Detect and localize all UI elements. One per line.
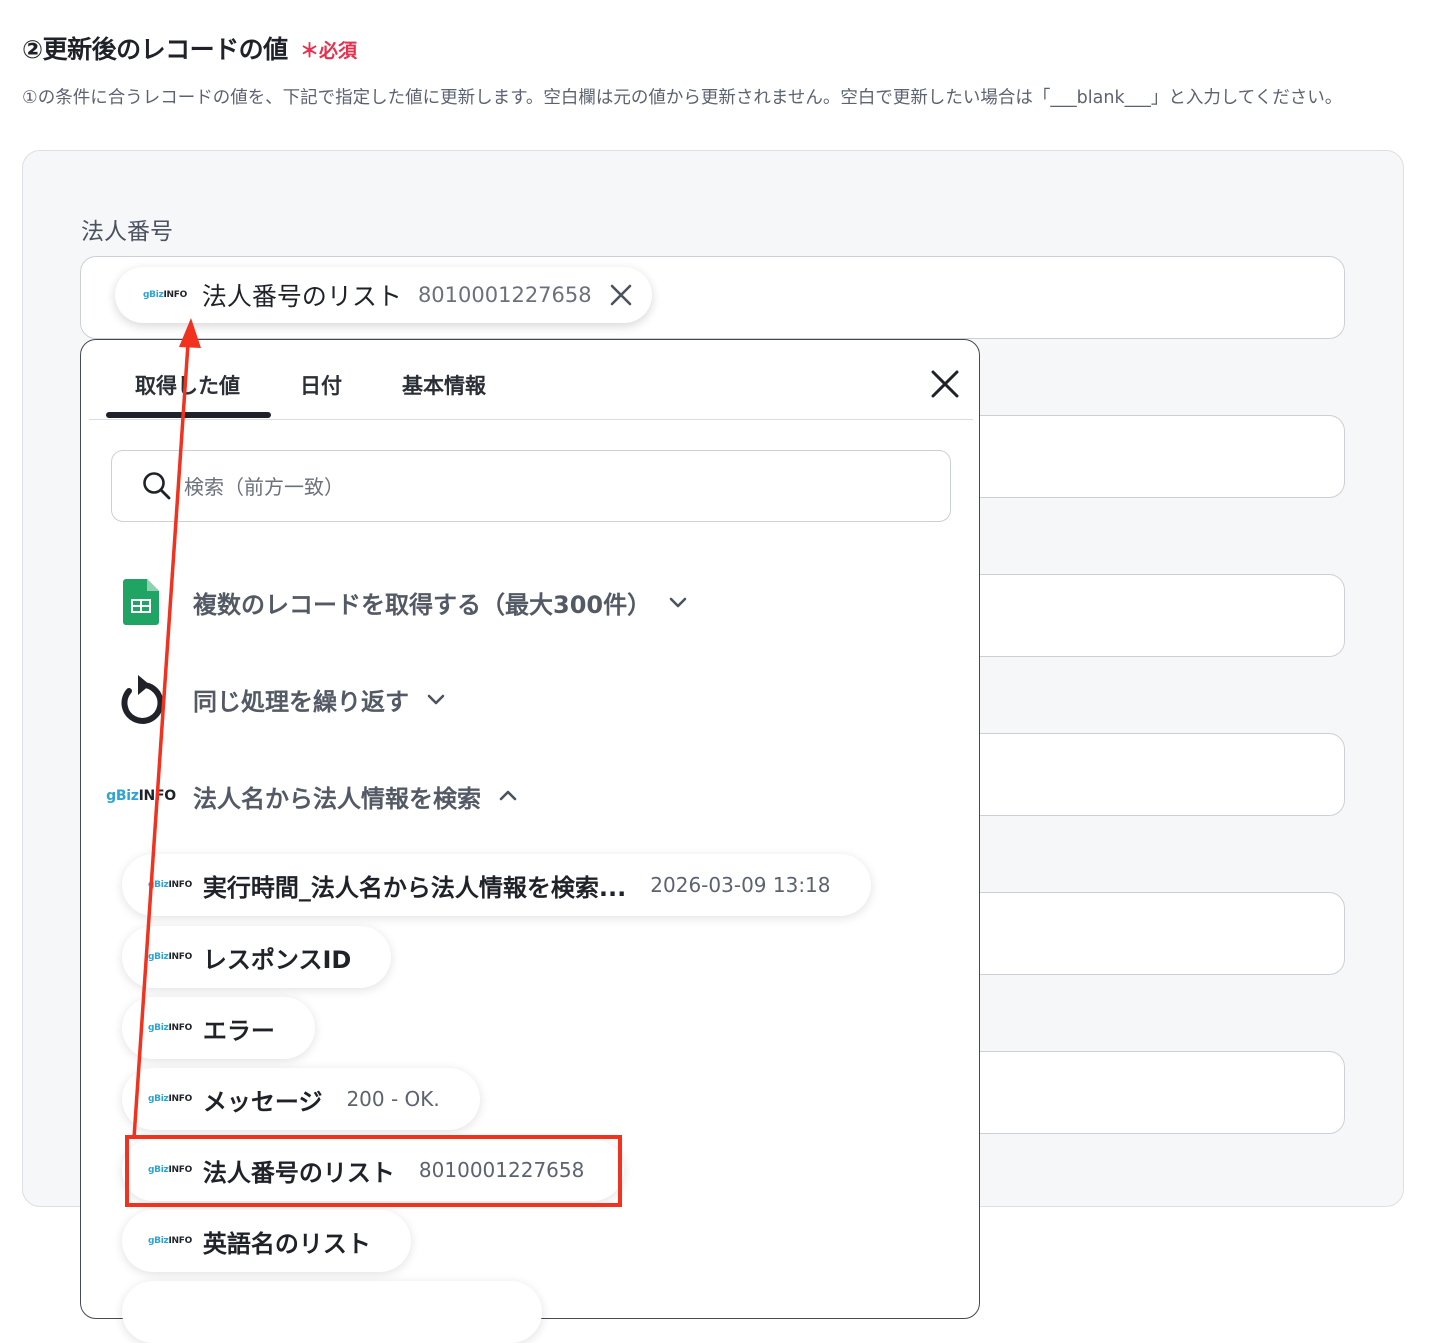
field-label-corporate-number: 法人番号 (81, 219, 173, 245)
chevron-down-icon (427, 694, 445, 705)
gbizinfo-logo-icon: gBiz INFO (148, 880, 192, 890)
output-item-partial[interactable] (122, 1281, 542, 1343)
item-value: 2026-03-09 13:18 (650, 873, 831, 897)
chevron-down-icon (669, 597, 687, 608)
item-name: レスポンスID (202, 945, 352, 974)
tab-date[interactable]: 日付 (300, 370, 342, 400)
group-label: 法人名から法人情報を検索 (193, 784, 481, 813)
gbizinfo-logo-icon: gBiz INFO (148, 1023, 192, 1033)
group-repeat-process[interactable]: 同じ処理を繰り返す (111, 669, 951, 729)
close-icon[interactable] (929, 368, 961, 400)
search-icon (143, 472, 171, 500)
item-name: 英語名のリスト (202, 1229, 371, 1258)
search-box[interactable] (111, 450, 951, 522)
output-item-error[interactable]: gBiz INFO エラー (122, 997, 315, 1059)
gbizinfo-logo-icon: gBiz INFO (143, 290, 187, 300)
item-name: エラー (202, 1016, 275, 1045)
group-search-corporate-info[interactable]: gBiz INFO 法人名から法人情報を検索 (106, 766, 951, 826)
remove-chip-icon[interactable] (608, 282, 634, 308)
section-description: ①の条件に合うレコードの値を、下記で指定した値に更新します。空白欄は元の値から更… (22, 88, 1343, 108)
gbizinfo-logo-icon: gBiz INFO (148, 1094, 192, 1104)
gbizinfo-logo-icon: gBiz INFO (148, 952, 192, 962)
item-name: メッセージ (202, 1087, 323, 1116)
search-input[interactable] (184, 471, 924, 503)
repeat-icon (111, 669, 171, 729)
output-item-response-id[interactable]: gBiz INFO レスポンスID (122, 926, 392, 988)
section-title: ②更新後のレコードの値 (22, 35, 288, 64)
required-badge: ＊必須 (300, 40, 358, 62)
output-item-execution-time[interactable]: gBiz INFO 実行時間_法人名から法人情報を検索... 2026-03-09… (122, 854, 871, 916)
tab-acquired-values[interactable]: 取得した値 (135, 370, 240, 400)
tab-bar: 取得した値 日付 基本情報 (89, 340, 973, 420)
group-label: 複数のレコードを取得する（最大300件） (193, 590, 652, 619)
group-label: 同じ処理を繰り返す (193, 687, 409, 716)
annotation-highlight-box (125, 1135, 622, 1207)
output-item-message[interactable]: gBiz INFO メッセージ 200 - OK. (122, 1068, 480, 1130)
google-sheets-icon (111, 572, 171, 632)
active-tab-indicator (106, 412, 271, 418)
output-item-english-name-list[interactable]: gBiz INFO 英語名のリスト (122, 1210, 411, 1272)
item-name: 実行時間_法人名から法人情報を検索... (202, 873, 627, 902)
gbizinfo-logo-icon: gBiz INFO (106, 788, 176, 804)
tab-basic-info[interactable]: 基本情報 (402, 370, 486, 400)
gbizinfo-logo-icon: gBiz INFO (148, 1236, 192, 1246)
selected-value-chip[interactable]: gBiz INFO 法人番号のリスト 8010001227658 (115, 267, 652, 323)
chip-value: 8010001227658 (417, 283, 592, 307)
chip-name: 法人番号のリスト (201, 282, 402, 311)
group-get-multiple-records[interactable]: 複数のレコードを取得する（最大300件） (111, 572, 951, 632)
chevron-up-icon (499, 790, 517, 801)
item-value: 200 - OK. (346, 1087, 440, 1111)
